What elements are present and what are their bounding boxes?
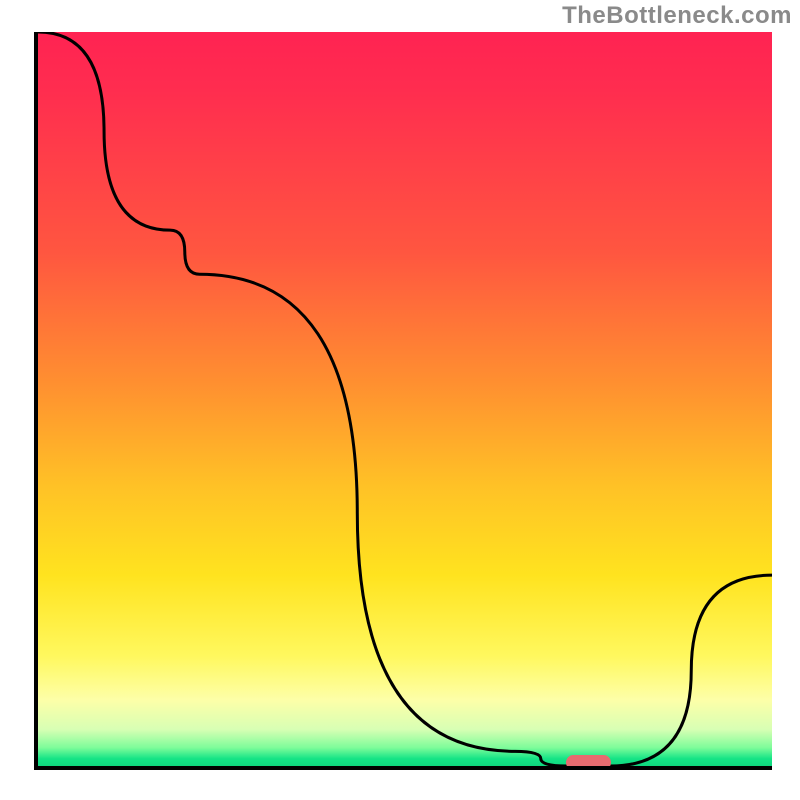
bottleneck-curve	[38, 32, 772, 766]
watermark-text: TheBottleneck.com	[562, 2, 792, 30]
optimum-marker	[566, 755, 610, 770]
curve-path	[38, 32, 772, 766]
plot-area	[34, 32, 772, 770]
chart-container: TheBottleneck.com	[0, 0, 800, 800]
